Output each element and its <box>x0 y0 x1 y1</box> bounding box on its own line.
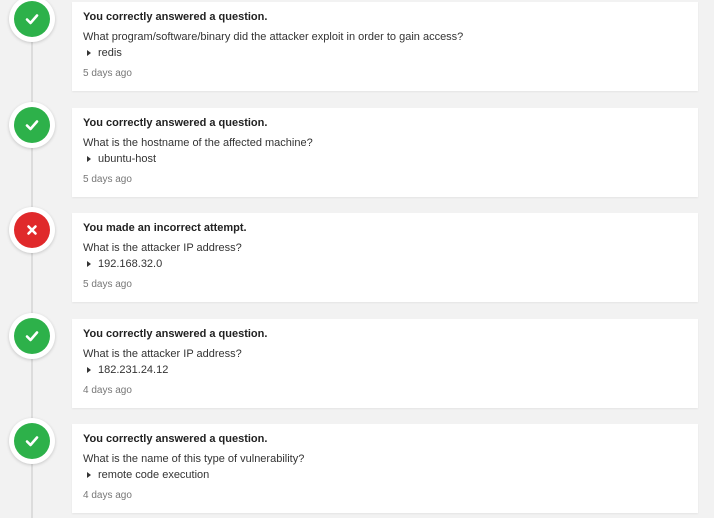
caret-right-icon <box>87 261 91 267</box>
status-badge <box>9 0 55 42</box>
activity-title: You correctly answered a question. <box>83 328 268 340</box>
activity-card: You made an incorrect attempt. What is t… <box>72 213 698 302</box>
answer-text: 192.168.32.0 <box>98 258 163 270</box>
timestamp: 4 days ago <box>83 490 132 501</box>
answer-toggle[interactable]: 192.168.32.0 <box>83 258 162 270</box>
timestamp: 5 days ago <box>83 68 132 79</box>
status-badge <box>9 207 55 253</box>
status-badge <box>9 418 55 464</box>
caret-right-icon <box>87 50 91 56</box>
activity-title: You made an incorrect attempt. <box>83 222 247 234</box>
activity-card: You correctly answered a question. What … <box>72 2 698 91</box>
answer-text: ubuntu-host <box>98 153 157 165</box>
check-icon <box>14 107 50 143</box>
status-badge <box>9 313 55 359</box>
question-text: What program/software/binary did the att… <box>83 31 464 43</box>
cross-icon <box>14 212 50 248</box>
answer-text: 182.231.24.12 <box>98 364 169 376</box>
answer-text: redis <box>98 47 122 59</box>
question-text: What is the attacker IP address? <box>83 348 242 360</box>
caret-right-icon <box>87 156 91 162</box>
check-icon <box>14 423 50 459</box>
answer-toggle[interactable]: remote code execution <box>83 469 209 481</box>
activity-card: You correctly answered a question. What … <box>72 319 698 408</box>
answer-toggle[interactable]: redis <box>83 47 122 59</box>
timestamp: 5 days ago <box>83 174 132 185</box>
timestamp: 5 days ago <box>83 279 132 290</box>
caret-right-icon <box>87 472 91 478</box>
status-badge <box>9 102 55 148</box>
question-text: What is the name of this type of vulnera… <box>83 453 305 465</box>
activity-title: You correctly answered a question. <box>83 11 268 23</box>
question-text: What is the hostname of the affected mac… <box>83 137 313 149</box>
activity-card: You correctly answered a question. What … <box>72 108 698 197</box>
activity-title: You correctly answered a question. <box>83 433 268 445</box>
question-text: What is the attacker IP address? <box>83 242 242 254</box>
answer-toggle[interactable]: ubuntu-host <box>83 153 156 165</box>
answer-text: remote code execution <box>98 469 210 481</box>
caret-right-icon <box>87 367 91 373</box>
check-icon <box>14 1 50 37</box>
activity-card: You correctly answered a question. What … <box>72 424 698 513</box>
activity-timeline: You correctly answered a question. What … <box>0 0 714 518</box>
answer-toggle[interactable]: 182.231.24.12 <box>83 364 168 376</box>
check-icon <box>14 318 50 354</box>
timestamp: 4 days ago <box>83 385 132 396</box>
activity-title: You correctly answered a question. <box>83 117 268 129</box>
